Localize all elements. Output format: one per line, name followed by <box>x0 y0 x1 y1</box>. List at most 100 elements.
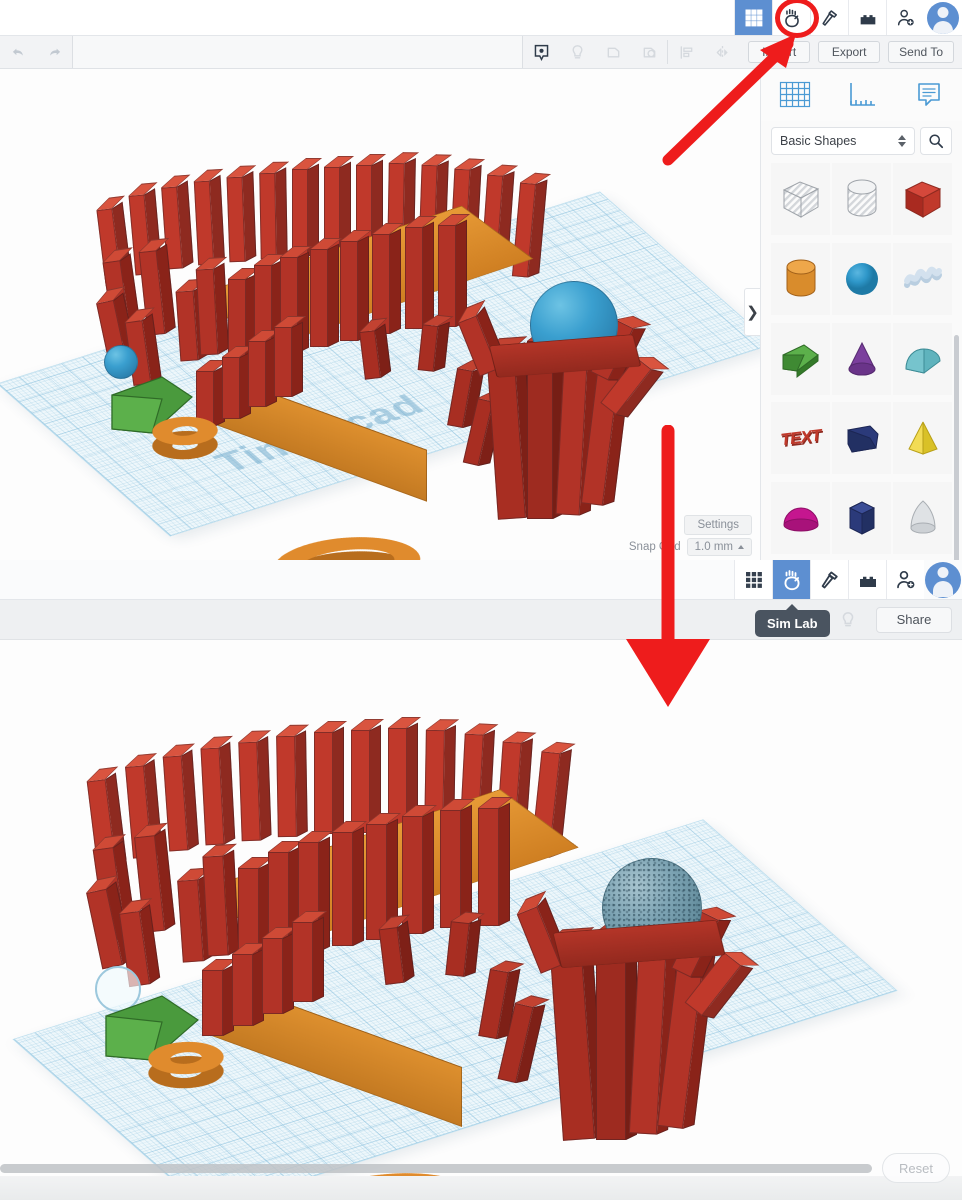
codeblocks-nav-icon[interactable] <box>810 560 848 599</box>
settings-button[interactable]: Settings <box>684 515 752 535</box>
screenshot-page: Import Export Send To Tinkercad <box>0 0 962 1200</box>
simulation-scrubber[interactable]: Reset <box>0 1153 962 1183</box>
domino-piece[interactable] <box>177 867 215 963</box>
ungroup-tool[interactable] <box>631 36 667 68</box>
large-orange-ring[interactable] <box>258 509 436 560</box>
invite-nav-icon[interactable] <box>886 560 924 599</box>
small-orange-ring[interactable] <box>139 1024 233 1093</box>
domino-piece[interactable] <box>340 230 373 341</box>
domino-piece[interactable] <box>417 314 454 372</box>
export-button[interactable]: Export <box>818 41 881 63</box>
sim-lab-viewport[interactable] <box>0 640 962 1200</box>
shape-cell-text[interactable]: TEXT <box>771 402 830 475</box>
domino-piece[interactable] <box>232 943 268 1026</box>
reset-button[interactable]: Reset <box>882 1153 950 1183</box>
shape-cell-half-sphere[interactable] <box>771 482 830 555</box>
text-shape-glyph: TEXT <box>779 426 822 450</box>
tower-column[interactable] <box>549 927 606 1141</box>
domino-piece[interactable] <box>175 278 210 362</box>
pyramid-icon <box>907 422 938 456</box>
domino-piece[interactable] <box>226 165 257 263</box>
scrub-track[interactable] <box>0 1163 872 1173</box>
share-button[interactable]: Share <box>876 606 952 633</box>
note-marker-tool[interactable] <box>523 36 559 68</box>
domino-piece[interactable] <box>310 238 343 347</box>
shape-tools-group <box>523 36 740 68</box>
bricks-nav-icon[interactable] <box>848 0 886 35</box>
light-tool[interactable] <box>830 610 866 630</box>
snap-grid-control: Snap Grid 1.0 mm <box>629 538 752 556</box>
domino-piece[interactable] <box>478 797 514 926</box>
redo-button[interactable] <box>36 36 72 68</box>
domino-piece[interactable] <box>445 911 485 977</box>
domino-piece[interactable] <box>202 843 240 957</box>
domino-piece[interactable] <box>238 730 272 842</box>
account-avatar-button[interactable] <box>924 0 962 35</box>
shape-cell-cone[interactable] <box>832 322 891 395</box>
domino-piece[interactable] <box>262 927 298 1014</box>
shape-cell-scribble[interactable] <box>893 242 952 315</box>
domino-piece[interactable] <box>276 724 310 838</box>
domino-piece[interactable] <box>440 799 476 928</box>
account-avatar-button[interactable] <box>924 560 962 599</box>
invite-nav-icon[interactable] <box>886 0 924 35</box>
shape-cell-box-hole[interactable] <box>771 163 830 235</box>
design-workspace-nav-icon[interactable] <box>734 560 772 599</box>
send-to-button[interactable]: Send To <box>888 41 954 63</box>
add-user-icon <box>897 9 914 26</box>
shape-search-button[interactable] <box>920 127 952 155</box>
group-shape-icon <box>607 47 620 58</box>
tab-ruler[interactable] <box>828 80 895 110</box>
snap-grid-dropdown[interactable]: 1.0 mm <box>686 538 752 556</box>
domino-piece[interactable] <box>222 346 255 419</box>
shape-cell-hexagon[interactable] <box>832 482 891 555</box>
tab-notes[interactable] <box>895 80 962 110</box>
shape-cell-polygon[interactable] <box>832 402 891 475</box>
shape-panel-scrollbar[interactable] <box>954 335 959 560</box>
small-orange-ring[interactable] <box>144 401 226 464</box>
domino-piece[interactable] <box>438 214 471 327</box>
round-roof-icon <box>904 348 941 374</box>
brick-icon <box>860 14 875 24</box>
caret-down-icon <box>898 142 906 147</box>
tab-shapes[interactable] <box>761 80 828 110</box>
shape-cell-sphere[interactable] <box>832 242 891 315</box>
shape-category-dropdown[interactable]: Basic Shapes <box>771 127 915 155</box>
domino-piece[interactable] <box>162 743 199 852</box>
top-screenshot: Import Export Send To Tinkercad <box>0 0 962 560</box>
shape-cell-pyramid[interactable] <box>893 402 952 475</box>
sim-lab-nav-icon[interactable] <box>772 560 810 599</box>
domino-piece[interactable] <box>195 256 229 356</box>
shape-cell-box[interactable] <box>893 163 952 235</box>
domino-piece[interactable] <box>292 158 323 257</box>
domino-piece[interactable] <box>86 874 133 970</box>
shape-cell-paraboloid[interactable] <box>893 482 952 555</box>
bricks-nav-icon[interactable] <box>848 560 886 599</box>
domino-piece[interactable] <box>248 330 281 407</box>
domino-piece[interactable] <box>274 316 307 397</box>
domino-piece[interactable] <box>405 216 438 329</box>
domino-piece[interactable] <box>193 168 225 266</box>
domino-piece[interactable] <box>200 735 236 846</box>
chevron-right-icon: ❯ <box>746 304 759 321</box>
mirror-tool[interactable] <box>704 36 740 68</box>
cylinder-icon <box>786 259 815 297</box>
shape-cell-cylinder-hole[interactable] <box>832 163 891 235</box>
domino-piece[interactable] <box>259 161 290 260</box>
shape-cell-round-roof[interactable] <box>893 322 952 395</box>
design-viewport[interactable]: Tinkercad <box>0 69 760 560</box>
domino-piece[interactable] <box>314 721 348 834</box>
group-tool[interactable] <box>595 36 631 68</box>
align-tool[interactable] <box>668 36 704 68</box>
history-group <box>0 36 72 68</box>
undo-button[interactable] <box>0 36 36 68</box>
light-tool[interactable] <box>559 36 595 68</box>
shape-cell-roof[interactable] <box>771 322 830 395</box>
domino-piece[interactable] <box>332 821 368 946</box>
domino-piece[interactable] <box>351 719 385 833</box>
panel-collapse-button[interactable]: ❯ <box>744 288 760 336</box>
design-workspace-nav-icon[interactable] <box>734 0 772 35</box>
shape-cell-cylinder[interactable] <box>771 242 830 315</box>
import-button[interactable]: Import <box>748 41 811 63</box>
domino-piece[interactable] <box>292 911 328 1002</box>
